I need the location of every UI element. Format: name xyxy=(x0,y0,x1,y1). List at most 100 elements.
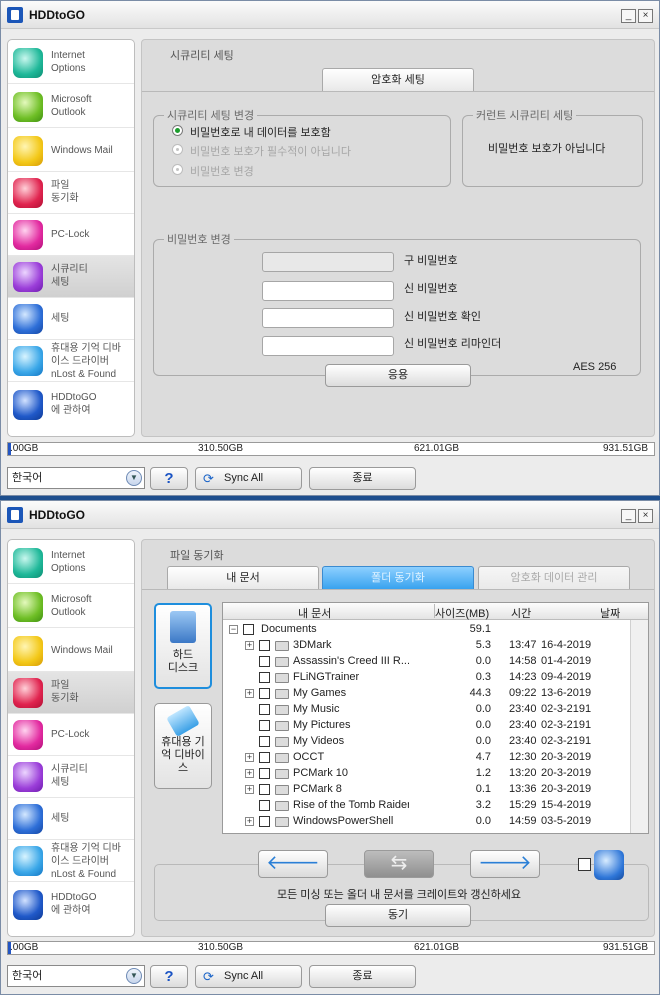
language-select[interactable]: 한국어 ▼ xyxy=(7,965,145,987)
folder-size: 0.0 xyxy=(475,719,491,731)
language-select[interactable]: 한국어 ▼ xyxy=(7,467,145,489)
exit-button[interactable]: 종료 xyxy=(309,467,416,490)
row-checkbox[interactable] xyxy=(259,768,270,779)
sync-both-button[interactable]: ⇆ xyxy=(364,850,434,878)
sidebar-item-settings[interactable]: 세팅 xyxy=(8,798,134,840)
expand-icon[interactable]: + xyxy=(245,785,254,794)
tree-row-root[interactable]: − Documents 59.1 xyxy=(223,621,629,637)
sidebar-item-about[interactable]: HDDtoGO 에 관하여 xyxy=(8,884,134,926)
apply-button[interactable]: 응용 xyxy=(325,364,471,387)
sidebar-item-settings[interactable]: 세팅 xyxy=(8,298,134,340)
sidebar-item-file-sync[interactable]: 파일 동기화 xyxy=(8,172,134,214)
expand-icon[interactable]: + xyxy=(245,689,254,698)
tree-row[interactable]: Assassin's Creed III R... 0.0 14:58 01-4-20… xyxy=(223,653,629,669)
tree-row[interactable]: My Videos 0.0 23:40 02-3-2191 xyxy=(223,733,629,749)
tree-row[interactable]: Rise of the Tomb Raider 3.2 15:29 15-4-2019 xyxy=(223,797,629,813)
expand-icon[interactable]: + xyxy=(245,641,254,650)
tree-row[interactable]: FLiNGTrainer 0.3 14:23 09-4-2019 xyxy=(223,669,629,685)
col-size-header[interactable]: 사이즈(MB) xyxy=(435,605,489,621)
old-password-field[interactable] xyxy=(262,252,394,272)
password-reminder-field[interactable] xyxy=(262,336,394,356)
close-button[interactable]: × xyxy=(638,9,653,23)
sidebar-item-outlook[interactable]: Microsoft Outlook xyxy=(8,586,134,628)
sync-all-button[interactable]: ⟳ Sync All xyxy=(195,467,302,490)
sidebar-item-pc-lock[interactable]: PC-Lock xyxy=(8,714,134,756)
language-value: 한국어 xyxy=(12,472,43,484)
minimize-button[interactable]: _ xyxy=(621,9,636,23)
collapse-icon[interactable]: − xyxy=(229,625,238,634)
copy-left-button[interactable]: 🡐 xyxy=(258,850,328,878)
sidebar-item-internet-options[interactable]: Internet Options xyxy=(8,42,134,84)
sync-settings-icon[interactable] xyxy=(594,850,624,880)
folder-size: 0.0 xyxy=(475,703,491,715)
expand-icon[interactable]: + xyxy=(245,817,254,826)
sidebar-item-label: 세팅 xyxy=(51,813,70,824)
sidebar-item-usb-driver[interactable]: 휴대용 기억 디바 이스 드라이버 nLost & Found xyxy=(8,340,134,382)
tab-my-documents[interactable]: 내 문서 xyxy=(167,566,319,590)
sync-button[interactable]: 동기 xyxy=(325,904,471,927)
new-password-field[interactable] xyxy=(262,281,394,301)
close-button[interactable]: × xyxy=(638,509,653,523)
title-bar: HDDtoGO _ × xyxy=(1,501,659,529)
row-checkbox[interactable] xyxy=(259,784,270,795)
minimize-button[interactable]: _ xyxy=(621,509,636,523)
tree-row[interactable]: My Music 0.0 23:40 02-3-2191 xyxy=(223,701,629,717)
folder-date: 15-4-2019 xyxy=(541,799,592,811)
confirm-password-field[interactable] xyxy=(262,308,394,328)
expand-icon[interactable]: + xyxy=(245,753,254,762)
col-date-header[interactable]: 날짜 xyxy=(600,605,620,621)
sidebar-item-security[interactable]: 시큐리티 세팅 xyxy=(8,756,134,798)
tree-row[interactable]: + WindowsPowerShell 0.0 14:59 03-5-2019 xyxy=(223,813,629,829)
sync-all-button[interactable]: ⟳ Sync All xyxy=(195,965,302,988)
tree-row[interactable]: + PCMark 8 0.1 13:36 20-3-2019 xyxy=(223,781,629,797)
vertical-scrollbar[interactable] xyxy=(630,620,648,833)
row-checkbox[interactable] xyxy=(243,624,254,635)
tree-row[interactable]: + My Games 44.3 09:22 13-6-2019 xyxy=(223,685,629,701)
chevron-down-icon[interactable]: ▼ xyxy=(126,968,142,984)
sidebar-item-outlook[interactable]: Microsoft Outlook xyxy=(8,86,134,128)
hard-disk-button[interactable]: 하드 디스크 xyxy=(154,603,212,689)
sidebar-item-about[interactable]: HDDtoGO 에 관하여 xyxy=(8,384,134,426)
exit-button[interactable]: 종료 xyxy=(309,965,416,988)
copy-right-button[interactable]: 🡒 xyxy=(470,850,540,878)
row-checkbox[interactable] xyxy=(259,800,270,811)
row-checkbox[interactable] xyxy=(259,656,270,667)
row-checkbox[interactable] xyxy=(259,640,270,651)
portable-device-button[interactable]: 휴대용 기 억 디바이 스 xyxy=(154,703,212,789)
row-checkbox[interactable] xyxy=(259,688,270,699)
sidebar-item-usb-driver[interactable]: 휴대용 기억 디바 이스 드라이버 nLost & Found xyxy=(8,840,134,882)
key-icon xyxy=(13,720,43,750)
sidebar-item-security[interactable]: 시큐리티 세팅 xyxy=(8,256,134,298)
folder-name: WindowsPowerShell xyxy=(293,815,394,827)
tab-encryption-settings[interactable]: 암호화 세팅 xyxy=(322,68,474,92)
folder-name: My Music xyxy=(293,703,340,715)
col-time-header[interactable]: 시간 xyxy=(511,605,531,621)
tree-row[interactable]: + PCMark 10 1.2 13:20 20-3-2019 xyxy=(223,765,629,781)
tree-row[interactable]: + OCCT 4.7 12:30 20-3-2019 xyxy=(223,749,629,765)
tab-folder-sync[interactable]: 폴더 동기화 xyxy=(322,566,474,590)
folder-name: FLiNGTrainer xyxy=(293,671,360,683)
row-checkbox[interactable] xyxy=(259,720,270,731)
sidebar-item-file-sync[interactable]: 파일 동기화 xyxy=(8,672,134,714)
password-reminder-label: 신 비밀번호 리마인더 xyxy=(404,338,502,350)
folder-name: My Games xyxy=(293,687,347,699)
row-checkbox[interactable] xyxy=(259,704,270,715)
tab-encrypted-data[interactable]: 암호화 데이터 관리 xyxy=(478,566,630,590)
sidebar-item-windows-mail[interactable]: Windows Mail xyxy=(8,630,134,672)
row-checkbox[interactable] xyxy=(259,752,270,763)
option-checkbox[interactable] xyxy=(578,858,591,871)
help-button[interactable]: ? xyxy=(150,965,188,988)
sidebar-item-pc-lock[interactable]: PC-Lock xyxy=(8,214,134,256)
chevron-down-icon[interactable]: ▼ xyxy=(126,470,142,486)
tree-row[interactable]: My Pictures 0.0 23:40 02-3-2191 xyxy=(223,717,629,733)
sidebar-item-internet-options[interactable]: Internet Options xyxy=(8,542,134,584)
sidebar-item-windows-mail[interactable]: Windows Mail xyxy=(8,130,134,172)
tree-row[interactable]: +3DMark 5.3 13:47 16-4-2019 xyxy=(223,637,629,653)
row-checkbox[interactable] xyxy=(259,672,270,683)
col-name-header[interactable]: 내 문서 xyxy=(298,605,331,621)
sync-hint-text: 모든 미싱 또는 올더 내 문서를 크레이트와 갱신하세요 xyxy=(276,889,522,901)
row-checkbox[interactable] xyxy=(259,736,270,747)
expand-icon[interactable]: + xyxy=(245,769,254,778)
help-button[interactable]: ? xyxy=(150,467,188,490)
row-checkbox[interactable] xyxy=(259,816,270,827)
